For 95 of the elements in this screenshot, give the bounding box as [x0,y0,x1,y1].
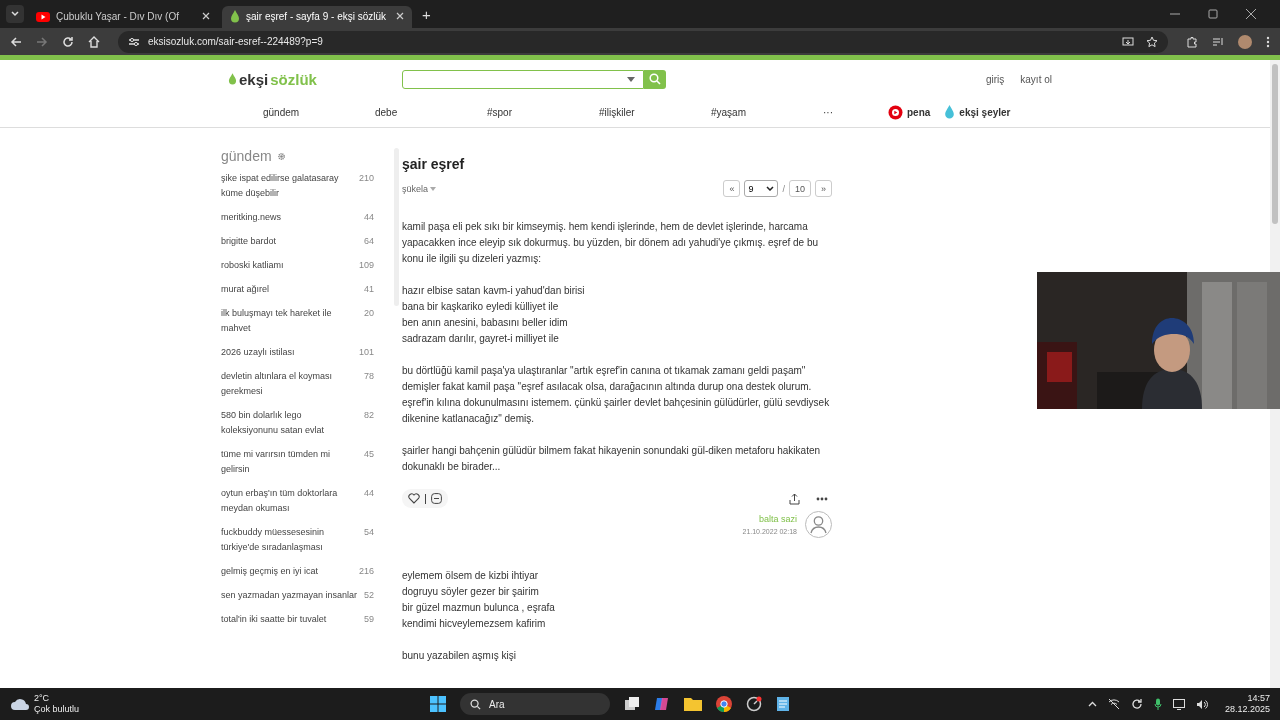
sort-link[interactable]: şükela [402,183,436,194]
drop-icon [944,105,956,119]
topic-link[interactable]: 580 bin dolarlık lego koleksiyonunu satan evlat 82 [221,408,374,438]
nav-link[interactable]: debe [375,106,487,118]
topic-link[interactable]: gelmiş geçmiş en iyi icat 216 [221,564,374,579]
new-tab-button[interactable]: + [416,5,437,23]
profile-avatar[interactable] [1238,34,1252,49]
topic-link[interactable]: brigitte bardot 64 [221,234,374,249]
taskbar-search[interactable]: Ara [460,693,610,715]
partner-link[interactable]: ekşi şeyler [944,104,1011,120]
restore-icon[interactable] [1208,9,1218,19]
microphone-icon[interactable] [1153,698,1162,710]
chrome-icon[interactable] [716,696,732,712]
gauge-icon[interactable] [746,696,762,712]
menu-icon[interactable] [1266,35,1270,48]
minus-icon[interactable] [431,493,442,504]
video-icon [36,11,50,22]
weather-temperature: 2°C [34,693,51,704]
avatar-icon[interactable] [805,511,832,538]
auth-link[interactable]: kayıt ol [1020,73,1052,85]
entry-paragraph: hazır elbise satan kavm-i yahud'dan birisi bana bir kaşkariko eyledi külliyet ile ben anın anesini, babasını beller idim sadrazam darılır, gayret-i milliyet ile [402,284,586,346]
topic-link[interactable]: devletin altınlara el koyması gerekmesi 78 [221,369,374,399]
display-icon[interactable] [1172,698,1185,710]
star-icon[interactable] [1146,35,1158,48]
browser-tab[interactable]: Çubuklu Yaşar - Dıv Dıv (Of [28,5,218,28]
caret-icon[interactable] [627,76,635,82]
browser-tab[interactable]: şair eşref - sayfa 9 - ekşi sözlük [222,5,412,28]
network-icon[interactable] [1107,698,1120,710]
close-icon[interactable] [396,11,404,22]
forward-icon[interactable] [36,35,48,48]
entry-paragraph: bu dörtlüğü kamil paşa'ya ulaştıranlar "artık eşref'in canına ot tıkamak zamanı geldi paşam" demişler fakat kamil paşa "eşref asılacak olsa, darağacının altında durup ona destek olurum. eşref'in kılına dokunulmasını istemem. çünkü şairler devlet bahçesinin gülüdürler, gülü sevdiysek dikenine katlanacağız" demiş. [402,364,831,426]
close-icon[interactable] [1246,9,1256,19]
install-icon[interactable] [1122,35,1134,48]
entry-paragraph: eylemem ölsem de kizbi ihtiyar dogruyu söyler gezer bir şairim bir güzel mazmun bulunca , eşrafa kendimi hicveylemezsem kafirim [402,569,556,631]
topic-link[interactable]: total'in iki saatte bir tuvalet 59 [221,612,374,627]
topic-link[interactable]: meritking.news 44 [221,210,374,225]
clock-date[interactable]: 28.12.2025 [1224,704,1270,715]
nav-link[interactable]: #spor [487,106,599,118]
reload-icon[interactable] [62,35,74,48]
entry-paragraph: şairler hangi bahçenin gülüdür bilmem fakat hikayenin sonundaki gül-diken metaforu hakikaten dokunaklı be birader... [402,444,822,474]
page-select[interactable]: 9 [744,180,779,197]
gear-icon[interactable] [277,152,285,160]
speaker-icon[interactable] [1195,698,1208,710]
extensions-icon[interactable] [1186,35,1198,48]
last-page-button[interactable]: 10 [788,180,811,197]
topic-title[interactable]: şair eşref [402,156,832,172]
site-settings-icon[interactable] [128,36,140,47]
address-field[interactable]: eksisozluk.com/sair-esref--224489?p=9 [118,30,1168,53]
caret-icon [430,186,436,191]
next-page-button[interactable]: » [815,180,832,197]
notepad-icon[interactable] [776,696,790,712]
drop-icon [230,10,240,23]
topic-link[interactable]: ilk buluşmayı tek hareket ile mahvet 20 [221,306,374,336]
topic-link[interactable]: şike ispat edilirse galatasaray küme düşebilir 210 [221,171,374,201]
cloud-icon [10,697,30,711]
home-icon[interactable] [88,35,100,48]
nav-link[interactable]: gündem [263,106,375,118]
topic-link[interactable]: sen yazmadan yazmayan insanlar 52 [221,588,374,603]
task-view-icon[interactable] [624,697,640,711]
more-icon[interactable] [816,496,828,501]
share-icon[interactable] [789,492,800,505]
search-icon [649,73,661,85]
topic-link[interactable]: roboski katliamı 109 [221,258,374,273]
copilot-icon[interactable] [654,696,670,712]
chevron-up-icon[interactable] [1087,701,1097,707]
play-icon [888,104,903,120]
previous-page-button[interactable]: « [723,180,741,197]
nav-link[interactable]: ··· [823,106,888,118]
nav-link[interactable]: #ilişkiler [599,106,711,118]
close-icon[interactable] [202,11,210,22]
partner-link[interactable]: pena [888,104,931,120]
page-separator: / [782,183,785,194]
back-icon[interactable] [10,35,22,48]
sidebar-title: gündem [221,148,272,164]
auth-link[interactable]: giriş [985,73,1005,85]
entry-paragraph: kamil paşa eli pek sıkı bir kimseymiş. hem kendi işlerinde, hem de devlet işlerinde, harcama yapacakken ince eleyip sık dokurmuş. bu yüzden, bir dönem adı yahudi'ye çıkmış. eşref de bu konu ile ilgili şu dizeleri yazmış: [402,220,820,266]
sync-icon[interactable] [1130,698,1143,710]
search-icon [470,698,481,710]
topic-link[interactable]: tüme mi varırsın tümden mi gelirsin 45 [221,447,374,477]
search-field[interactable] [402,69,644,89]
topic-link[interactable]: murat ağırel 41 [221,282,374,297]
entry-paragraph: bunu yazabilen aşmış kişi [402,649,517,663]
topic-link[interactable]: oytun erbaş'ın tüm doktorlara meydan okuması 44 [221,486,374,516]
folder-icon[interactable] [684,697,702,711]
media-icon[interactable] [1212,35,1224,48]
topic-link[interactable]: fuckbuddy müessesesinin türkiye'de sıradanlaşması 54 [221,525,374,555]
site-logo[interactable]: ekşi sözlük [228,70,402,88]
nav-link[interactable]: #yaşam [711,106,823,118]
tab-list-icon[interactable] [6,5,24,23]
clock-time[interactable]: 14:57 [1247,693,1270,704]
topic-link[interactable]: 2026 uzaylı istilası 101 [221,345,374,360]
chevron-down-icon [766,186,775,191]
start-icon[interactable] [430,696,446,712]
heart-icon[interactable] [408,493,420,504]
weather-description: Çok bulutlu [34,704,80,715]
